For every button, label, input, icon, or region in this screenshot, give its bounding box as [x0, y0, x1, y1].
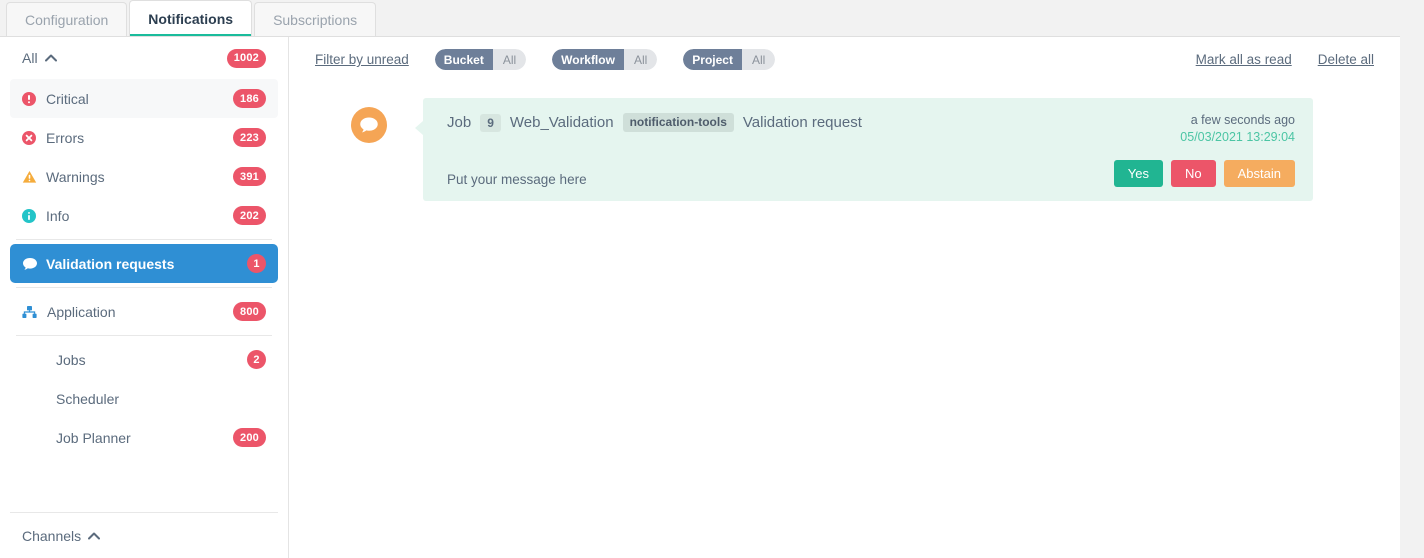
- notification-tag: notification-tools: [622, 113, 734, 132]
- tab-label: Configuration: [25, 11, 109, 28]
- sidebar-group-channels[interactable]: Channels: [10, 512, 278, 558]
- notification-card[interactable]: Job 9 Web_Validation notification-tools …: [423, 98, 1313, 201]
- notification-type-label: Job: [447, 114, 472, 131]
- critical-icon: [22, 91, 44, 106]
- sidebar-item-badge: 186: [233, 89, 266, 108]
- tab-label: Notifications: [148, 10, 234, 27]
- notification-message: Put your message here: [447, 172, 587, 187]
- filter-value: All: [741, 49, 776, 70]
- sidebar-item-errors[interactable]: Errors 223: [10, 118, 278, 157]
- sidebar: All 1002 Critical 186 Errors 223 Warning…: [0, 37, 289, 558]
- sidebar-group-all[interactable]: All 1002: [10, 37, 278, 79]
- tab-subscriptions[interactable]: Subscriptions: [254, 2, 377, 36]
- sidebar-divider: [16, 239, 272, 240]
- filter-key: Bucket: [434, 49, 493, 70]
- main-content: Filter by unread Bucket All Workflow All…: [289, 37, 1400, 558]
- sidebar-item-label: Jobs: [56, 351, 86, 368]
- sidebar-item-info[interactable]: Info 202: [10, 196, 278, 235]
- relative-time: a few seconds ago: [1190, 113, 1295, 127]
- sidebar-item-label: Validation requests: [46, 255, 175, 272]
- notification-body: Put your message here Yes No Abstain: [447, 160, 1295, 187]
- validation-actions: Yes No Abstain: [1113, 160, 1295, 187]
- sidebar-item-scheduler[interactable]: Scheduler: [10, 379, 278, 418]
- tab-configuration[interactable]: Configuration: [6, 2, 128, 36]
- abstain-button[interactable]: Abstain: [1223, 160, 1295, 187]
- chat-bubble-icon: [359, 116, 379, 134]
- filter-by-unread-link[interactable]: Filter by unread: [315, 52, 409, 67]
- page-body: All 1002 Critical 186 Errors 223 Warning…: [0, 36, 1400, 558]
- sidebar-item-application[interactable]: Application 800: [10, 292, 278, 331]
- sidebar-item-badge: 1: [247, 254, 266, 273]
- sidebar-item-badge: 200: [233, 428, 266, 447]
- sidebar-divider: [16, 335, 272, 336]
- notification-title: Job 9 Web_Validation notification-tools …: [447, 112, 862, 132]
- job-number-chip: 9: [480, 113, 501, 132]
- tab-label: Subscriptions: [273, 11, 358, 28]
- info-icon: [22, 208, 44, 223]
- error-icon: [22, 130, 44, 145]
- sidebar-item-badge: 2: [247, 350, 266, 369]
- delete-all-link[interactable]: Delete all: [1318, 52, 1374, 67]
- notification-timestamps: a few seconds ago 05/03/2021 13:29:04: [1162, 112, 1295, 146]
- job-name-label: Web_Validation: [509, 114, 614, 131]
- sidebar-item-label: Critical: [46, 90, 89, 107]
- filter-pill-project[interactable]: Project All: [683, 49, 776, 70]
- chevron-up-icon[interactable]: [88, 532, 101, 540]
- filter-value: All: [623, 49, 658, 70]
- mark-all-as-read-link[interactable]: Mark all as read: [1196, 52, 1292, 67]
- sidebar-item-label: Job Planner: [56, 429, 131, 446]
- sidebar-item-badge: 800: [233, 302, 266, 321]
- filter-value: All: [492, 49, 527, 70]
- sidebar-item-validation-requests[interactable]: Validation requests 1: [10, 244, 278, 283]
- sidebar-item-label: Warnings: [46, 168, 105, 185]
- sidebar-item-badge: 391: [233, 167, 266, 186]
- notification-toolbar: Filter by unread Bucket All Workflow All…: [289, 37, 1400, 82]
- absolute-time: 05/03/2021 13:29:04: [1180, 130, 1295, 144]
- sidebar-channels-label: Channels: [22, 527, 82, 544]
- sidebar-divider: [16, 287, 272, 288]
- sidebar-all-label: All: [22, 50, 38, 66]
- sitemap-icon: [22, 305, 44, 319]
- sidebar-item-badge: 202: [233, 206, 266, 225]
- tab-notifications[interactable]: Notifications: [129, 0, 253, 36]
- card-pointer: [415, 121, 423, 135]
- sidebar-item-badge: 223: [233, 128, 266, 147]
- sidebar-item-label: Info: [46, 207, 70, 224]
- no-button[interactable]: No: [1171, 160, 1216, 187]
- warning-icon: [22, 170, 44, 184]
- sidebar-item-warnings[interactable]: Warnings 391: [10, 157, 278, 196]
- filter-pill-bucket[interactable]: Bucket All: [434, 49, 527, 70]
- chat-bubble-icon: [22, 257, 44, 271]
- notification-subject: Validation request: [742, 114, 862, 131]
- filter-pill-workflow[interactable]: Workflow All: [552, 49, 658, 70]
- sidebar-item-label: Errors: [46, 129, 85, 146]
- sidebar-item-label: Scheduler: [56, 390, 120, 407]
- filter-key: Project: [683, 49, 742, 70]
- filter-key: Workflow: [552, 49, 624, 70]
- yes-button[interactable]: Yes: [1113, 160, 1163, 187]
- sidebar-item-jobs[interactable]: Jobs 2: [10, 340, 278, 379]
- sidebar-item-critical[interactable]: Critical 186: [10, 79, 278, 118]
- chevron-up-icon[interactable]: [44, 54, 57, 62]
- notification-list: Job 9 Web_Validation notification-tools …: [289, 82, 1400, 201]
- notification-header: Job 9 Web_Validation notification-tools …: [447, 112, 1295, 146]
- avatar: [351, 107, 387, 143]
- sidebar-item-label: Application: [47, 303, 116, 320]
- sidebar-item-job-planner[interactable]: Job Planner 200: [10, 418, 278, 457]
- tab-bar: Configuration Notifications Subscription…: [0, 0, 1424, 36]
- sidebar-all-badge: 1002: [226, 48, 266, 68]
